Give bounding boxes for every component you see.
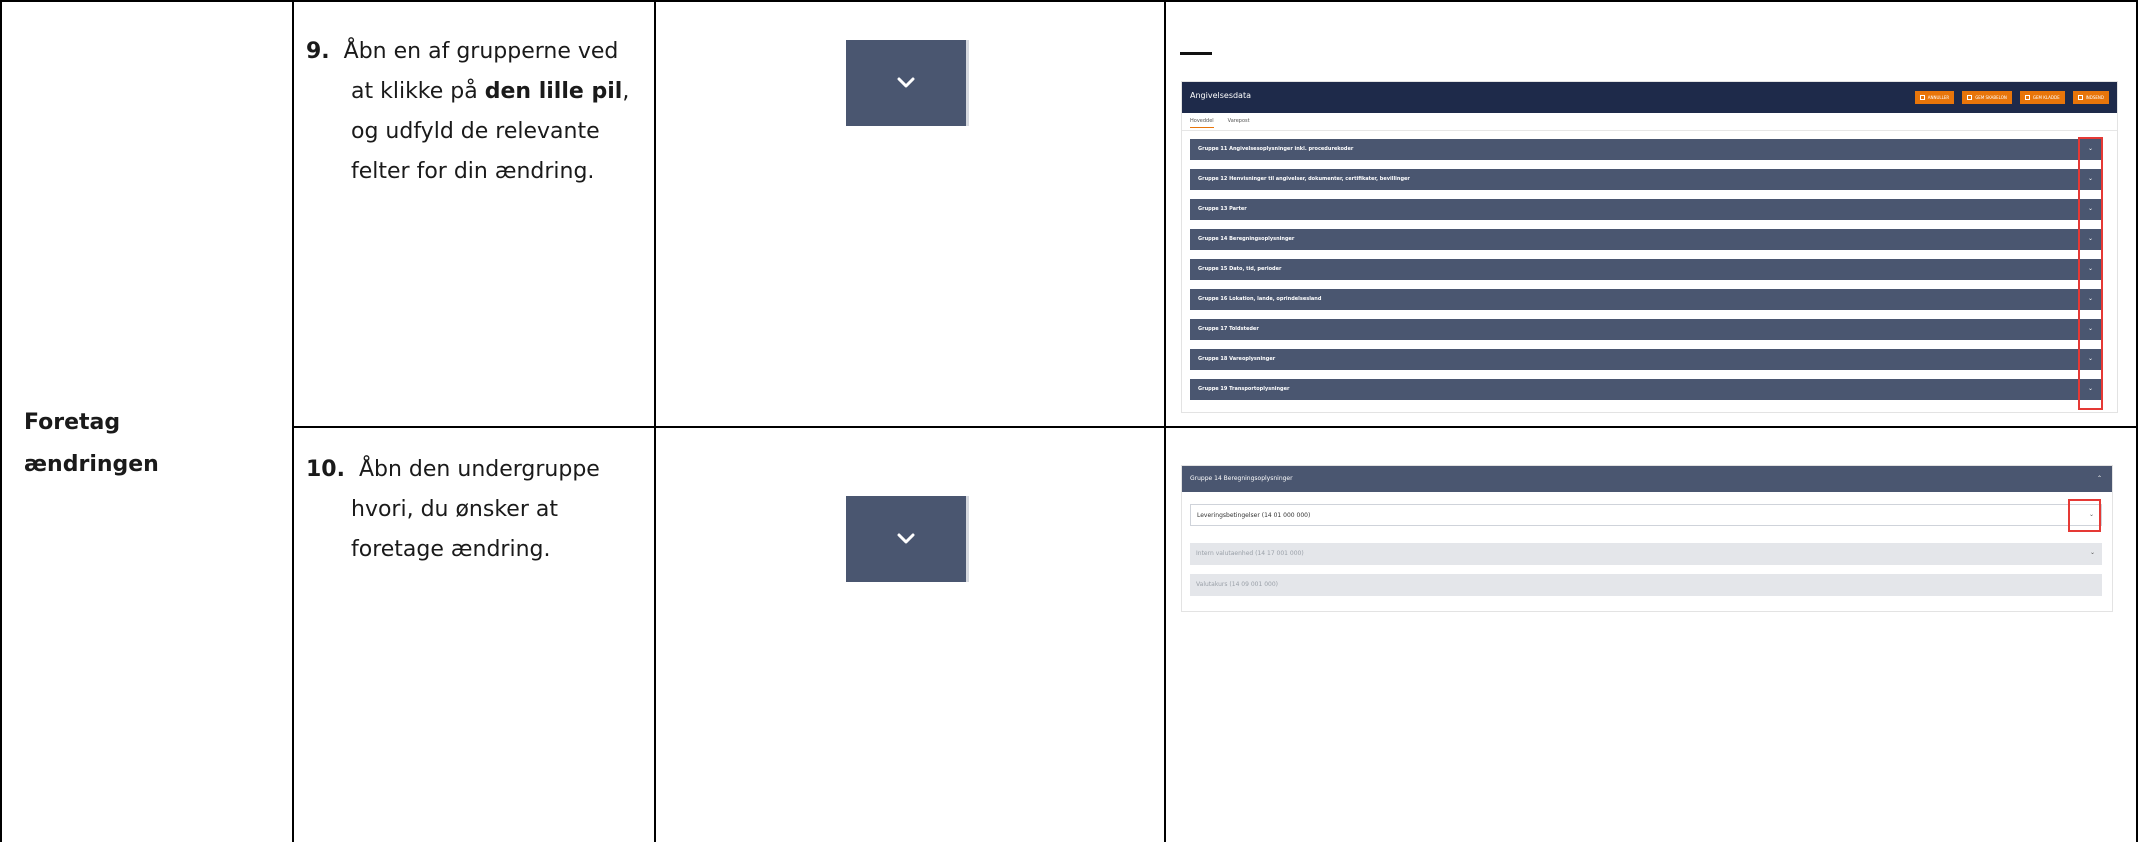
highlight-box — [2078, 137, 2103, 410]
expand-subgroup-button[interactable] — [846, 496, 966, 582]
tab-varepost[interactable]: Varepost — [1228, 118, 1250, 128]
step-9-line3: og udfyld de relevante — [351, 119, 600, 144]
step-9-line2-prefix: at klikke på — [351, 79, 485, 104]
step-9-number: 9. — [306, 39, 330, 64]
chevron-down-icon — [897, 77, 915, 88]
save-icon — [2024, 95, 2030, 100]
submit-button[interactable]: INDSEND — [2072, 91, 2109, 104]
chevron-down-icon: ⌄ — [2089, 549, 2095, 556]
column-divider-3 — [1164, 0, 1166, 842]
send-icon — [2077, 95, 2083, 100]
x-icon — [1919, 95, 1925, 100]
screenshot-beregningsoplysninger: Gruppe 14 Beregningsoplysninger ⌃ Leveri… — [1181, 465, 2113, 612]
screenshot-angivelsesdata: Angivelsesdata ANNULLER GEM SKABELON GEM… — [1181, 81, 2118, 413]
step-10-line2: hvori, du ønsker at — [351, 497, 558, 522]
save-template-button[interactable]: GEM SKABELON — [1962, 91, 2012, 104]
save-icon — [1967, 95, 1973, 100]
group-row[interactable]: Gruppe 11 Angivelsesoplysninger inkl. pr… — [1190, 139, 2102, 160]
step-9-line1: Åbn en af grupperne ved — [343, 39, 619, 64]
group-row[interactable]: Gruppe 16 Lokation, lande, oprindelsesla… — [1190, 289, 2102, 310]
column-divider-2 — [654, 0, 656, 842]
highlight-box — [2068, 499, 2101, 532]
cancel-button[interactable]: ANNULLER — [1914, 91, 1955, 104]
row-divider — [292, 426, 2138, 428]
row-label-line1: Foretag — [24, 410, 121, 435]
step-9-line2-suffix: , — [622, 79, 630, 104]
save-draft-button[interactable]: GEM KLADDE — [2019, 91, 2065, 104]
table-border-left — [0, 0, 2, 842]
valutakurs-field: Valutakurs (14 09 001 000) — [1190, 574, 2102, 596]
step-9-text: 9. Åbn en af grupperne ved at klikke på d… — [306, 32, 629, 192]
group-row[interactable]: Gruppe 19 Transportoplysninger ⌄ — [1190, 379, 2102, 400]
tab-bar: Hoveddel Varepost — [1190, 118, 1250, 128]
leveringsbetingelser-field[interactable]: Leveringsbetingelser (14 01 000 000) ⌄ — [1190, 504, 2102, 526]
chevron-down-icon — [897, 533, 915, 544]
app-title: Angivelsesdata — [1190, 91, 1251, 100]
expand-group-button[interactable] — [846, 40, 966, 126]
group-row[interactable]: Gruppe 15 Dato, tid, perioder ⌄ — [1190, 259, 2102, 280]
step-10-number: 10. — [306, 457, 345, 482]
step-10-text: 10. Åbn den undergruppe hvori, du ønsker … — [306, 450, 600, 570]
group-header[interactable]: Gruppe 14 Beregningsoplysninger ⌃ — [1182, 466, 2112, 492]
group-row[interactable]: Gruppe 12 Henvisninger til angivelser, d… — [1190, 169, 2102, 190]
group-row[interactable]: Gruppe 17 Toldsteder ⌄ — [1190, 319, 2102, 340]
group-row[interactable]: Gruppe 13 Parter ⌄ — [1190, 199, 2102, 220]
dash-mark — [1180, 52, 1212, 55]
group-row[interactable]: Gruppe 18 Vareoplysninger ⌄ — [1190, 349, 2102, 370]
group-header-title: Gruppe 14 Beregningsoplysninger — [1190, 475, 1293, 482]
group-row[interactable]: Gruppe 14 Beregningsoplysninger ⌄ — [1190, 229, 2102, 250]
step-10-line3: foretage ændring. — [351, 537, 551, 562]
app-header: Angivelsesdata ANNULLER GEM SKABELON GEM… — [1182, 82, 2117, 113]
step-9-line2-bold: den lille pil — [484, 79, 623, 104]
chevron-up-icon[interactable]: ⌃ — [2097, 475, 2102, 482]
tab-hoveddel[interactable]: Hoveddel — [1190, 118, 1214, 128]
intern-valutaenhed-field: Intern valutaenhed (14 17 001 000) ⌄ — [1190, 543, 2102, 565]
column-divider-1 — [292, 0, 294, 842]
row-label: Foretag ændringen — [24, 402, 159, 486]
step-9-line4: felter for din ændring. — [351, 159, 595, 184]
row-label-line2: ændringen — [24, 452, 159, 477]
tab-divider — [1182, 130, 2117, 131]
step-10-line1: Åbn den undergruppe — [358, 457, 600, 482]
table-border-top — [0, 0, 2138, 2]
action-bar: ANNULLER GEM SKABELON GEM KLADDE INDSEND — [1914, 91, 2109, 104]
